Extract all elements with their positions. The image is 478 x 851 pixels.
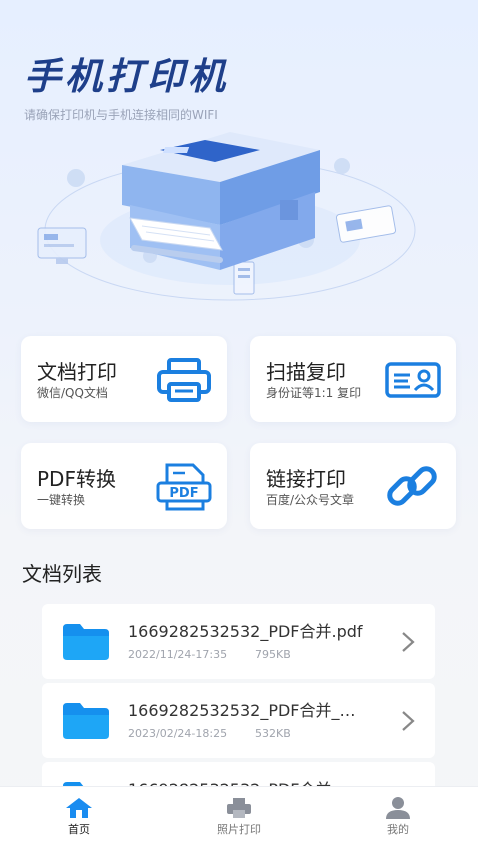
- tab-photo-print-label: 照片打印: [217, 823, 261, 836]
- tab-photo-print[interactable]: 照片打印: [189, 797, 289, 837]
- doc-name: 1669282532532_PDF合并.pdf: [128, 622, 363, 641]
- chevron-right-icon: [402, 632, 415, 652]
- doc-print-card[interactable]: 文档打印 微信/QQ文档: [21, 336, 227, 422]
- svg-text:PDF: PDF: [169, 486, 198, 501]
- chevron-right-icon: [402, 711, 415, 731]
- scan-copy-card[interactable]: 扫描复印 身份证等1:1 复印: [250, 336, 456, 422]
- app-title: 手机打印机: [24, 55, 229, 98]
- list-item[interactable]: 1669282532532_PDF合并_… 2023/02/24-18:25 5…: [42, 683, 435, 758]
- printer-icon: [157, 358, 211, 402]
- link-print-title: 链接打印: [266, 467, 346, 491]
- doc-size: 532KB: [255, 727, 291, 740]
- doc-print-title: 文档打印: [37, 360, 117, 384]
- printer-icon: [227, 798, 251, 818]
- folder-icon: [63, 703, 109, 739]
- user-icon: [386, 797, 410, 819]
- bottom-nav: 首页 照片打印 我的: [0, 786, 478, 851]
- home-icon: [66, 798, 92, 818]
- doc-size: 795KB: [255, 648, 291, 661]
- tab-home-label: 首页: [68, 823, 90, 836]
- folder-icon: [63, 624, 109, 660]
- doc-date: 2023/02/24-18:25: [128, 727, 228, 740]
- link-icon: [387, 466, 437, 506]
- doc-print-subtitle: 微信/QQ文档: [37, 386, 108, 400]
- scan-copy-subtitle: 身份证等1:1 复印: [266, 386, 362, 400]
- pdf-convert-subtitle: 一键转换: [37, 493, 86, 507]
- doc-date: 2022/11/24-17:35: [128, 648, 228, 661]
- tab-profile-label: 我的: [387, 823, 409, 836]
- link-print-subtitle: 百度/公众号文章: [266, 493, 355, 507]
- list-item[interactable]: 1669282532532_PDF合并.pdf 2022/11/24-17:35…: [42, 604, 435, 679]
- doc-name: 1669282532532_PDF合并_…: [128, 701, 356, 720]
- printer-illustration: [37, 132, 416, 301]
- pdf-file-icon: PDF: [156, 463, 212, 511]
- id-card-icon: [385, 362, 441, 398]
- tab-profile[interactable]: 我的: [348, 797, 448, 837]
- link-print-card[interactable]: 链接打印 百度/公众号文章: [250, 443, 456, 529]
- doc-list-title: 文档列表: [22, 562, 102, 586]
- tab-home[interactable]: 首页: [29, 797, 129, 837]
- pdf-convert-card[interactable]: PDF转换 一键转换 PDF: [21, 443, 227, 529]
- pdf-convert-title: PDF转换: [37, 467, 116, 491]
- scan-copy-title: 扫描复印: [266, 360, 346, 384]
